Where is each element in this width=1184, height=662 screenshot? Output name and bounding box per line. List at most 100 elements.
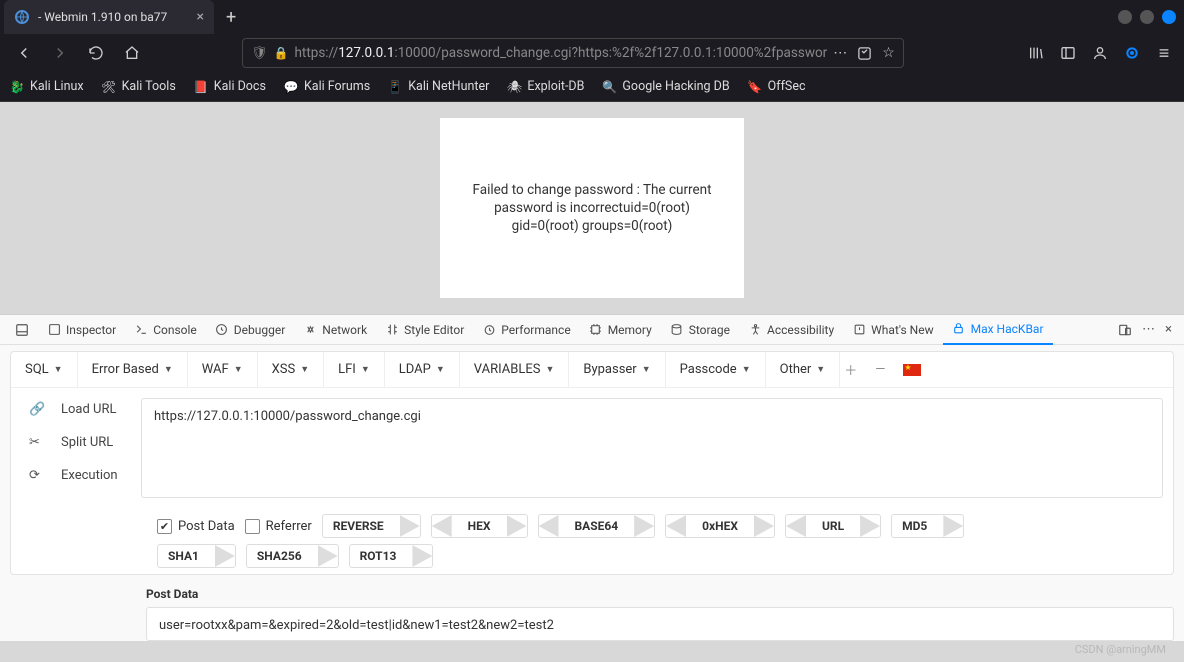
url-text: https://127.0.0.1:10000/password_change.…: [294, 45, 827, 61]
bookmark-star-icon[interactable]: ☆: [882, 45, 895, 61]
enc-base64-button[interactable]: BASE64: [538, 514, 656, 538]
enc-hex-button[interactable]: HEX: [431, 514, 528, 538]
hackbar-menu-sql[interactable]: SQL▼: [11, 352, 78, 388]
link-icon: 🔗: [29, 402, 45, 417]
nav-home-button[interactable]: [116, 37, 148, 69]
hackbar-sidebar: 🔗Load URL ✂Split URL ⟳Execution: [11, 388, 141, 508]
window-maximize[interactable]: [1140, 10, 1154, 24]
webmin-favicon: [14, 9, 30, 25]
postdata-checkbox[interactable]: Post Data: [157, 519, 235, 534]
error-message-text: Failed to change password : The current …: [460, 181, 724, 236]
devtools-tab-console[interactable]: Console: [125, 315, 206, 345]
enc-md5-button[interactable]: MD5: [891, 514, 964, 538]
bookmark-kali-nethunter[interactable]: 📱Kali NetHunter: [388, 79, 489, 94]
hackbar-menu-ldap[interactable]: LDAP▼: [385, 352, 460, 388]
caret-down-icon: ▼: [742, 364, 751, 375]
enc-0xhex-button[interactable]: 0xHEX: [665, 514, 775, 538]
nav-back-button[interactable]: [8, 37, 40, 69]
enc-reverse-button[interactable]: REVERSE: [322, 514, 421, 538]
hackbar-container: SQL▼ Error Based▼ WAF▼ XSS▼ LFI▼ LDAP▼ V…: [10, 351, 1174, 575]
enc-rot13-button[interactable]: ROT13: [349, 544, 434, 568]
hackbar-menu-variables[interactable]: VARIABLES▼: [460, 352, 570, 388]
hackbar-menu-other[interactable]: Other▼: [766, 352, 841, 388]
library-icon[interactable]: [1028, 45, 1044, 61]
offsec-icon: 🔖: [748, 80, 762, 94]
exploitdb-icon: 🕷: [507, 80, 521, 94]
devtools-tab-debugger[interactable]: Debugger: [206, 315, 295, 345]
hackbar-url-input[interactable]: https://127.0.0.1:10000/password_change.…: [141, 398, 1163, 498]
app-menu-button[interactable]: ≡: [1156, 45, 1172, 61]
browser-tab[interactable]: - Webmin 1.910 on ba77 ×: [4, 0, 214, 34]
devtools-tab-style-editor[interactable]: Style Editor: [376, 315, 473, 345]
bookmark-kali-forums[interactable]: 💬Kali Forums: [284, 79, 370, 94]
hackbar-split-url[interactable]: ✂Split URL: [29, 435, 141, 450]
flag-cn-icon[interactable]: [903, 364, 921, 376]
split-icon: ✂: [29, 435, 45, 450]
extension-icon[interactable]: [1124, 45, 1140, 61]
tab-close-icon[interactable]: ×: [197, 9, 204, 25]
bookmark-offsec[interactable]: 🔖OffSec: [748, 79, 806, 94]
bookmark-kali-linux[interactable]: 🐉Kali Linux: [10, 79, 84, 94]
hackbar-add-icon[interactable]: ＋: [844, 360, 857, 379]
caret-down-icon: ▼: [436, 364, 445, 375]
devtools-close-icon[interactable]: ×: [1165, 322, 1172, 337]
enc-sha1-button[interactable]: SHA1: [157, 544, 236, 568]
toolbar-right: ≡: [1028, 45, 1176, 61]
bookmark-kali-tools[interactable]: 🛠Kali Tools: [102, 79, 176, 94]
referrer-checkbox[interactable]: Referrer: [245, 519, 312, 534]
execute-icon: ⟳: [29, 468, 45, 483]
devtools-dock-button[interactable]: [6, 315, 38, 345]
hackbar-load-url[interactable]: 🔗Load URL: [29, 402, 141, 417]
forums-icon: 💬: [284, 80, 298, 94]
hackbar-options-row-2: SHA1 SHA256 ROT13: [11, 544, 1173, 574]
devtools-tab-max-hackbar[interactable]: Max HacKBar: [943, 315, 1053, 345]
reader-icon[interactable]: [857, 46, 872, 61]
window-minimize[interactable]: [1118, 10, 1132, 24]
browser-tabstrip: - Webmin 1.910 on ba77 × +: [0, 0, 1184, 34]
devtools-tab-memory[interactable]: Memory: [580, 315, 661, 345]
window-controls: [1118, 10, 1184, 24]
window-close[interactable]: [1162, 10, 1176, 24]
devtools-tab-network[interactable]: Network: [294, 315, 376, 345]
devtools-panel: Inspector Console Debugger Network Style…: [0, 314, 1184, 641]
hackbar-menu-lfi[interactable]: LFI▼: [324, 352, 385, 388]
bookmark-exploit-db[interactable]: 🕷Exploit-DB: [507, 79, 584, 94]
page-viewport: Failed to change password : The current …: [0, 102, 1184, 314]
caret-down-icon: ▼: [361, 364, 370, 375]
postdata-input[interactable]: user=rootxx&pam=&expired=2&old=test|id&n…: [146, 607, 1174, 641]
hackbar-remove-icon[interactable]: —: [875, 362, 885, 377]
nethunter-icon: 📱: [388, 80, 402, 94]
checkbox-icon: [245, 519, 260, 534]
url-bar[interactable]: 🛡 🔒 https://127.0.0.1:10000/password_cha…: [242, 38, 904, 68]
caret-down-icon: ▼: [300, 364, 309, 375]
address-toolbar: 🛡 🔒 https://127.0.0.1:10000/password_cha…: [0, 34, 1184, 72]
new-tab-button[interactable]: +: [214, 7, 248, 28]
sidebar-icon[interactable]: [1060, 45, 1076, 61]
nav-reload-button[interactable]: [80, 37, 112, 69]
page-actions-icon[interactable]: ⋯: [833, 45, 847, 61]
enc-sha256-button[interactable]: SHA256: [246, 544, 339, 568]
caret-down-icon: ▼: [54, 364, 63, 375]
devtools-tab-inspector[interactable]: Inspector: [38, 315, 125, 345]
hackbar-execute[interactable]: ⟳Execution: [29, 468, 141, 483]
devtools-tab-performance[interactable]: Performance: [473, 315, 579, 345]
account-icon[interactable]: [1092, 45, 1108, 61]
devtools-tab-whats-new[interactable]: What's New: [843, 315, 942, 345]
hackbar-menu-error-based[interactable]: Error Based▼: [78, 352, 188, 388]
ghdb-icon: 🔍: [602, 80, 616, 94]
bookmark-kali-docs[interactable]: 📕Kali Docs: [194, 79, 266, 94]
devtools-more-icon[interactable]: ⋯: [1142, 322, 1155, 337]
watermark-text: CSDN @arningMM: [1075, 643, 1166, 656]
postdata-label: Post Data: [0, 581, 1184, 603]
lock-warning-icon[interactable]: 🔒: [274, 46, 289, 60]
devtools-responsive-icon[interactable]: [1118, 323, 1132, 337]
devtools-tab-storage[interactable]: Storage: [661, 315, 739, 345]
hackbar-menu-xss[interactable]: XSS▼: [258, 352, 325, 388]
bookmark-ghdb[interactable]: 🔍Google Hacking DB: [602, 79, 729, 94]
hackbar-menu-bypasser[interactable]: Bypasser▼: [569, 352, 665, 388]
devtools-tab-accessibility[interactable]: Accessibility: [739, 315, 843, 345]
tracking-shield-icon[interactable]: 🛡: [251, 46, 268, 61]
hackbar-menu-passcode[interactable]: Passcode▼: [666, 352, 766, 388]
enc-url-button[interactable]: URL: [785, 514, 881, 538]
hackbar-menu-waf[interactable]: WAF▼: [188, 352, 258, 388]
